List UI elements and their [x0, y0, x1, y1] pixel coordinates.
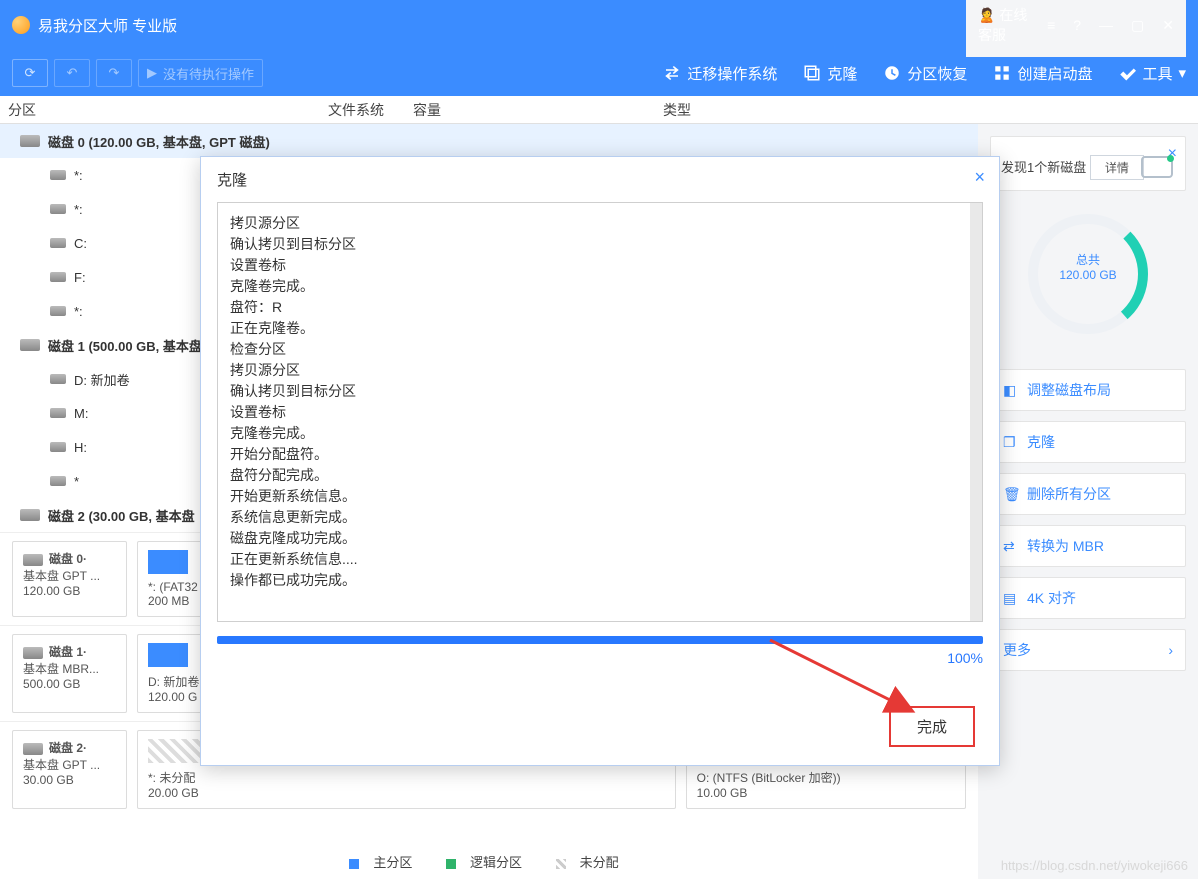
chevron-right-icon: › [1168, 642, 1173, 658]
app-logo [12, 16, 30, 34]
partition-icon [50, 476, 66, 486]
disk-glyph-icon [1141, 156, 1173, 178]
disk-card-2[interactable]: 磁盘 2· 基本盘 GPT ...30.00 GB [12, 730, 127, 809]
disk-icon [20, 339, 40, 351]
close-button[interactable]: ✕ [1162, 17, 1174, 34]
side-panel: 发现1个新磁盘 × 详情 总共120.00 GB ◧调整磁盘布局 ❐克隆 🗑删除… [978, 124, 1198, 879]
list-header: 分区 文件系统 容量 类型 [0, 96, 1198, 124]
detail-button[interactable]: 详情 [1090, 155, 1144, 180]
partition-icon [50, 408, 66, 418]
finish-button[interactable]: 完成 [889, 706, 975, 747]
migrate-os-button[interactable]: 迁移操作系统 [663, 63, 777, 84]
disk-icon [20, 135, 40, 147]
watermark: https://blog.csdn.net/yiwokeji666 [1001, 858, 1188, 873]
op-more[interactable]: 更多› [990, 629, 1186, 671]
partition-icon [50, 306, 66, 316]
partition-icon [50, 238, 66, 248]
partition-icon [50, 170, 66, 180]
layout-icon: ◧ [1003, 382, 1019, 398]
op-resize-layout[interactable]: ◧调整磁盘布局 [990, 369, 1186, 411]
undo-button[interactable]: ↶ [54, 59, 90, 87]
col-filesystem[interactable]: 文件系统 [320, 100, 405, 120]
progress-bar [217, 636, 983, 644]
app-title: 易我分区大师 专业版 [38, 15, 177, 36]
col-partition[interactable]: 分区 [0, 100, 320, 120]
menu-icon[interactable]: ≡ [1047, 17, 1055, 33]
disk-0-row[interactable]: 磁盘 0 (120.00 GB, 基本盘, GPT 磁盘) [0, 124, 978, 158]
op-4k-align[interactable]: ▤4K 对齐 [990, 577, 1186, 619]
dialog-title: 克隆 [201, 157, 999, 202]
disk-icon [23, 647, 43, 659]
queue-button[interactable]: ▶ 没有待执行操作 [138, 59, 263, 87]
clone-icon: ❐ [1003, 434, 1019, 450]
partition-icon [50, 374, 66, 384]
disk-card-1[interactable]: 磁盘 1· 基本盘 MBR...500.00 GB [12, 634, 127, 713]
partition-icon [50, 442, 66, 452]
capacity-donut: 总共120.00 GB [1023, 209, 1153, 339]
minimize-button[interactable]: — [1099, 17, 1113, 33]
col-capacity[interactable]: 容量 [405, 100, 655, 120]
disk-icon [23, 743, 43, 755]
col-type[interactable]: 类型 [655, 100, 905, 120]
convert-icon: ⇄ [1003, 538, 1019, 554]
customer-service-link[interactable]: 🙎 在线客服 [978, 5, 1029, 45]
partition-recovery-button[interactable]: 分区恢复 [883, 63, 967, 84]
clone-button[interactable]: 克隆 [803, 63, 857, 84]
trash-icon: 🗑 [1003, 486, 1019, 502]
dialog-log[interactable]: 拷贝源分区确认拷贝到目标分区设置卷标克隆卷完成。盘符：R正在克隆卷。检查分区拷贝… [217, 202, 983, 622]
title-bar: 易我分区大师 专业版 🙎 在线客服 ≡ ? — ▢ ✕ [0, 0, 1198, 50]
disk-icon [20, 509, 40, 521]
disk-icon [23, 554, 43, 566]
clone-dialog: 克隆 × 拷贝源分区确认拷贝到目标分区设置卷标克隆卷完成。盘符：R正在克隆卷。检… [200, 156, 1000, 766]
partition-icon [50, 204, 66, 214]
disk-card-0[interactable]: 磁盘 0· 基本盘 GPT ...120.00 GB [12, 541, 127, 617]
maximize-button[interactable]: ▢ [1131, 17, 1144, 34]
refresh-button[interactable]: ⟳ [12, 59, 48, 87]
help-icon[interactable]: ? [1073, 17, 1081, 33]
close-icon[interactable]: × [974, 167, 985, 188]
op-delete-all[interactable]: 🗑删除所有分区 [990, 473, 1186, 515]
partition-icon [50, 272, 66, 282]
progress-percent: 100% [201, 650, 999, 666]
create-boot-disk-button[interactable]: 创建启动盘 [993, 63, 1092, 84]
redo-button[interactable]: ↷ [96, 59, 132, 87]
op-clone[interactable]: ❐克隆 [990, 421, 1186, 463]
tools-button[interactable]: 工具 ▾ [1118, 63, 1186, 84]
legend: 主分区 逻辑分区 未分配 [0, 846, 978, 877]
align-icon: ▤ [1003, 590, 1019, 606]
op-to-mbr[interactable]: ⇄转换为 MBR [990, 525, 1186, 567]
